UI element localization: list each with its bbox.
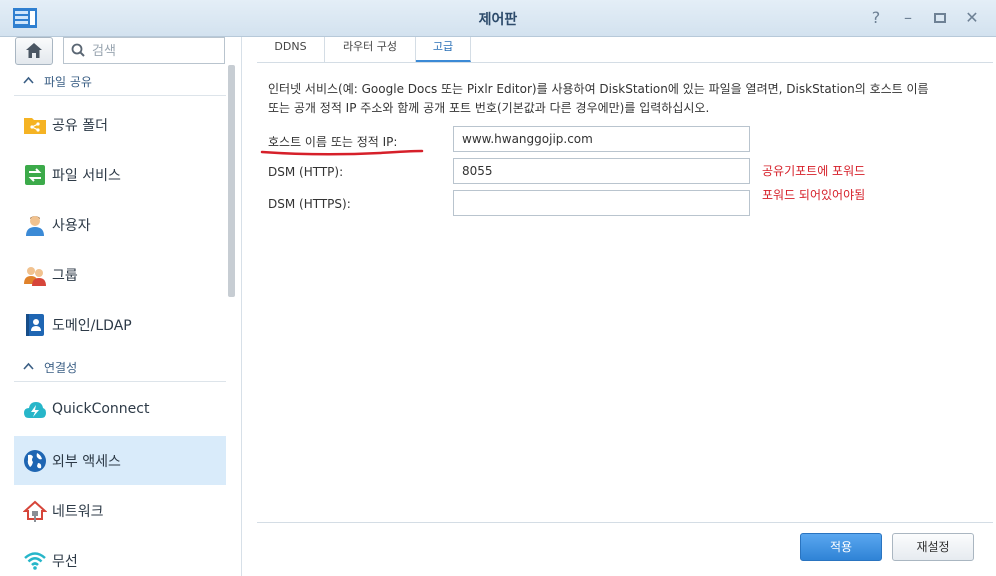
sidebar-item-label: 공유 폴더 <box>52 118 108 134</box>
globe-icon <box>24 450 46 472</box>
description-line-1: 인터넷 서비스(예: Google Docs 또는 Pixlr Editor)를… <box>268 82 929 96</box>
sidebar-item-external-access[interactable]: 외부 액세스 <box>14 436 226 485</box>
reset-button[interactable]: 재설정 <box>892 533 974 561</box>
help-icon[interactable]: ? <box>866 8 886 28</box>
description-text: 인터넷 서비스(예: Google Docs 또는 Pixlr Editor)를… <box>268 80 983 118</box>
sidebar-item-file-services[interactable]: 파일 서비스 <box>14 150 226 199</box>
shared-folder-icon <box>24 118 46 134</box>
sidebar-item-network[interactable]: 네트워크 <box>14 486 226 535</box>
sidebar-item-shared-folder[interactable]: 공유 폴더 <box>14 100 226 149</box>
title-bar: 제어판 ? – ✕ <box>0 0 996 37</box>
minimize-icon[interactable]: – <box>898 8 918 28</box>
apply-button[interactable]: 적용 <box>800 533 882 561</box>
sidebar-item-user[interactable]: 사용자 <box>14 200 226 249</box>
red-underline-annotation <box>260 149 424 156</box>
sidebar-item-label: 도메인/LDAP <box>52 318 132 334</box>
sidebar-item-quickconnect[interactable]: QuickConnect <box>14 386 226 435</box>
sidebar: 파일 공유 공유 폴더 파일 서비스 사용자 그룹 <box>0 37 242 576</box>
tab-bar: DDNS 라우터 구성 고급 <box>257 37 993 63</box>
home-icon <box>26 43 42 58</box>
file-services-icon <box>25 165 45 185</box>
section-connectivity[interactable]: 연결성 <box>14 353 226 382</box>
footer-divider <box>257 522 993 523</box>
search-field[interactable] <box>63 37 225 64</box>
sidebar-item-label: 그룹 <box>52 268 78 284</box>
tab-ddns[interactable]: DDNS <box>257 37 325 62</box>
maximize-icon[interactable] <box>930 8 950 28</box>
sidebar-item-domain-ldap[interactable]: 도메인/LDAP <box>14 300 226 349</box>
sidebar-item-wireless[interactable]: 무선 <box>14 536 226 576</box>
description-line-2: 또는 공개 정적 IP 주소와 함께 공개 포트 번호(기본값과 다른 경우에만… <box>268 101 710 115</box>
wifi-icon <box>24 552 46 570</box>
sidebar-scrollbar[interactable] <box>228 65 235 297</box>
network-icon <box>23 500 47 522</box>
tab-router-config[interactable]: 라우터 구성 <box>325 37 416 62</box>
dsm-https-input[interactable] <box>453 190 750 216</box>
chevron-up-icon <box>23 362 34 370</box>
search-input[interactable] <box>90 41 222 61</box>
annotation-line-1: 공유기포트에 포워드 <box>762 164 866 178</box>
hostname-input[interactable] <box>453 126 750 152</box>
chevron-up-icon <box>23 76 34 84</box>
sidebar-item-label: 무선 <box>52 554 78 570</box>
dsm-https-label: DSM (HTTPS): <box>268 197 351 211</box>
sidebar-item-label: QuickConnect <box>52 401 150 417</box>
quickconnect-icon <box>24 402 46 418</box>
sidebar-item-label: 외부 액세스 <box>52 454 121 470</box>
sidebar-item-label: 파일 서비스 <box>52 168 121 184</box>
search-icon <box>71 43 85 57</box>
tab-advanced[interactable]: 고급 <box>416 37 471 62</box>
annotation-line-2: 포워드 되어있어야됨 <box>762 188 866 202</box>
home-button[interactable] <box>15 37 53 65</box>
sidebar-item-label: 사용자 <box>52 218 91 234</box>
sidebar-item-group[interactable]: 그룹 <box>14 250 226 299</box>
section-label: 연결성 <box>44 361 78 375</box>
main-panel: DDNS 라우터 구성 고급 인터넷 서비스(예: Google Docs 또는… <box>242 37 996 576</box>
domain-ldap-icon <box>26 314 44 336</box>
window-title: 제어판 <box>478 12 518 28</box>
sidebar-item-label: 네트워크 <box>52 504 104 520</box>
section-file-sharing[interactable]: 파일 공유 <box>14 67 226 96</box>
dsm-http-input[interactable] <box>453 158 750 184</box>
close-icon[interactable]: ✕ <box>962 8 982 28</box>
group-icon <box>24 267 46 286</box>
section-label: 파일 공유 <box>44 75 92 89</box>
user-icon <box>26 216 44 236</box>
dsm-http-label: DSM (HTTP): <box>268 165 344 179</box>
